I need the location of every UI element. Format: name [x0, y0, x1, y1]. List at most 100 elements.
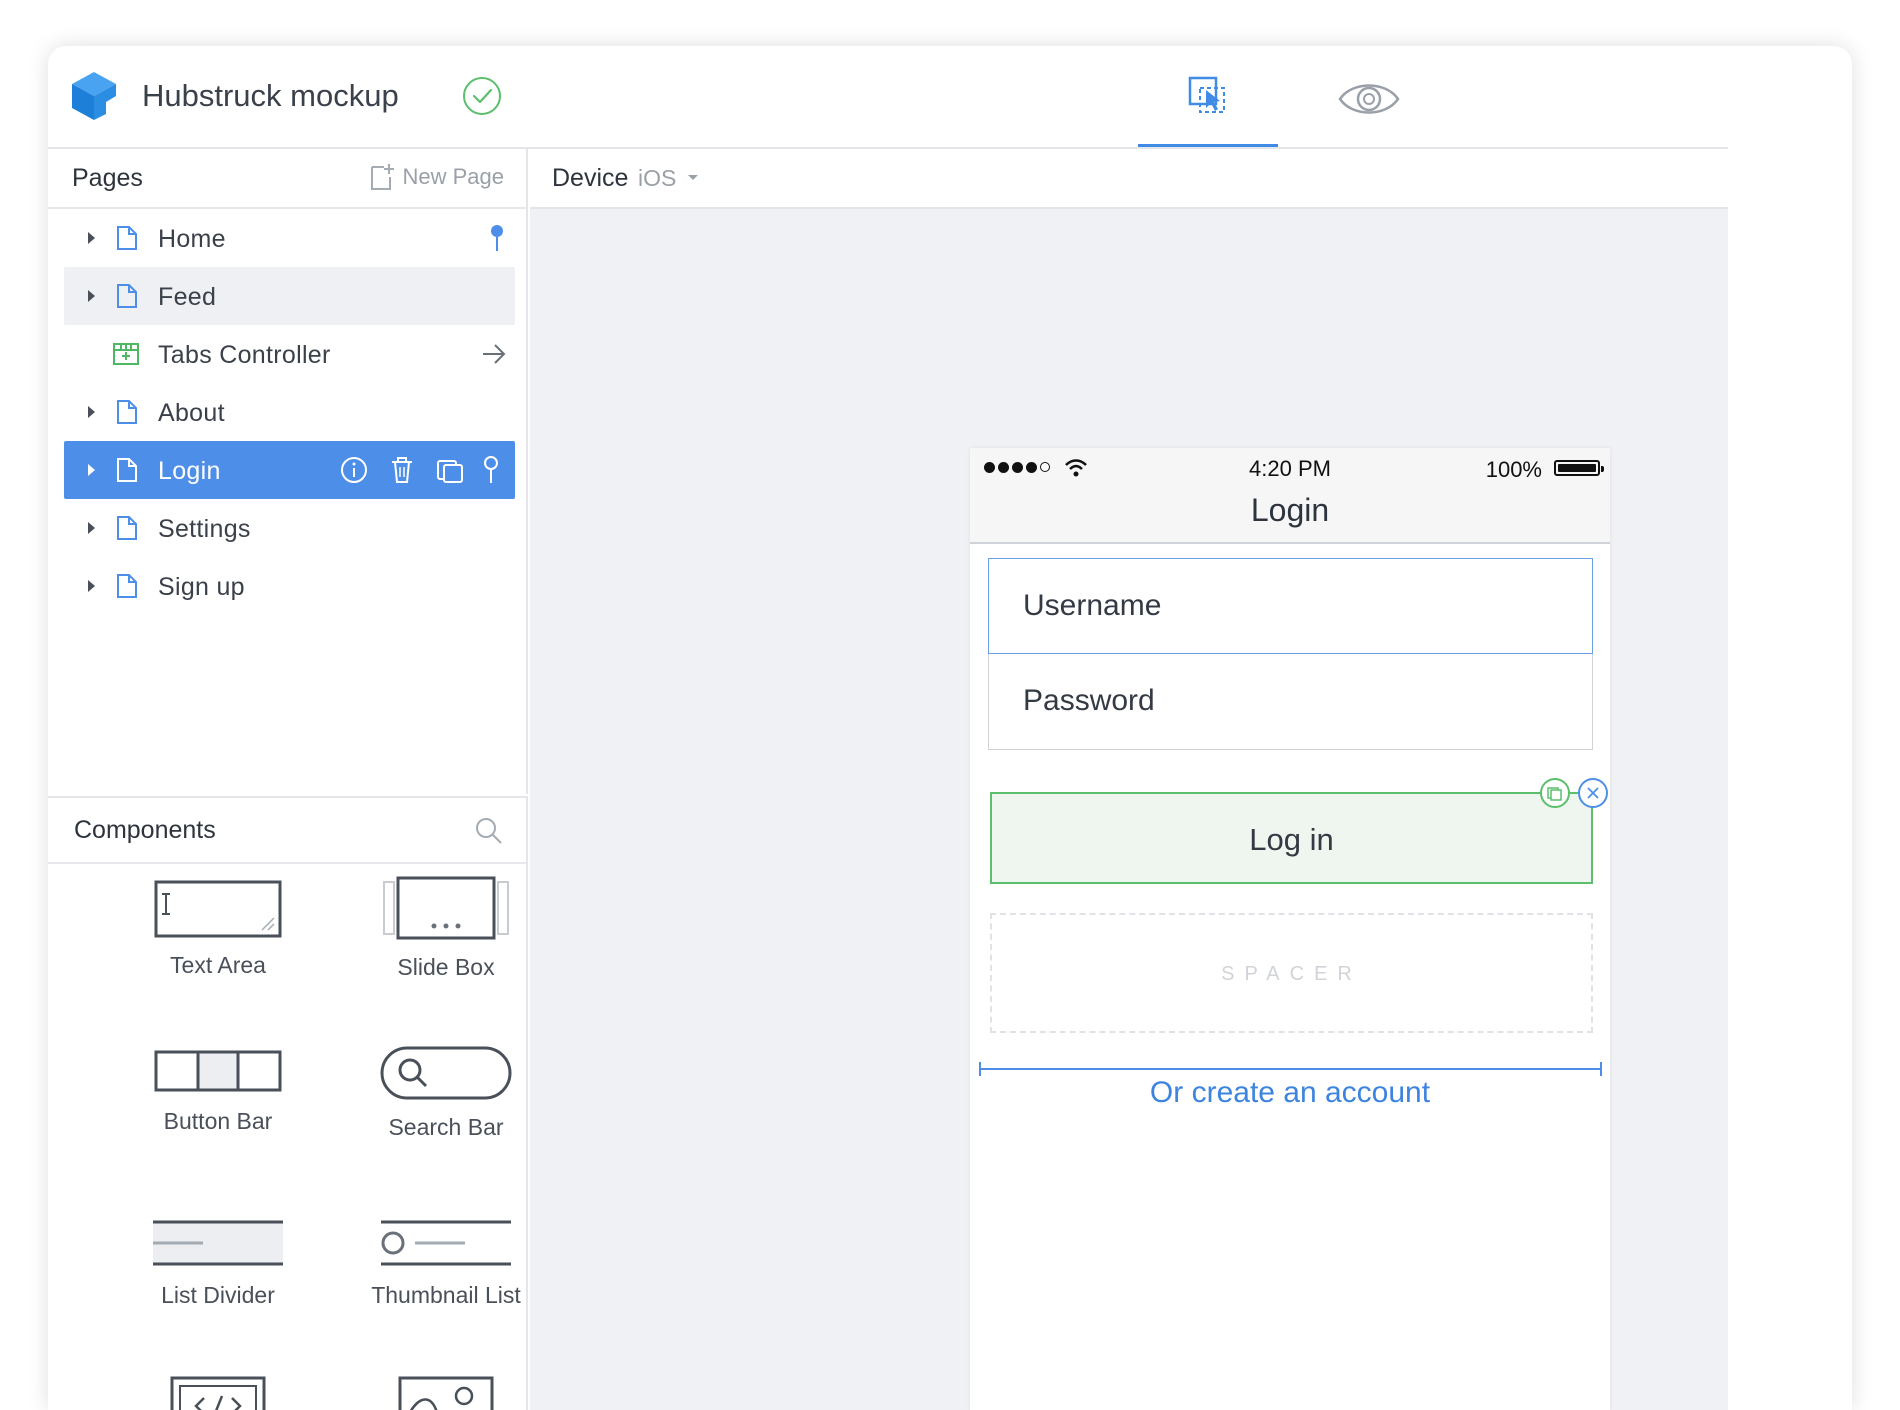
tab-edit-mode[interactable] [1138, 46, 1278, 147]
components-title: Components [74, 816, 216, 844]
page-label: Sign up [158, 573, 245, 601]
list-divider-icon [153, 1220, 283, 1266]
tab-preview-mode[interactable] [1318, 46, 1418, 147]
button-bar-icon [154, 1050, 282, 1092]
duplicate-component-button[interactable] [1540, 778, 1570, 808]
expand-caret-icon[interactable] [88, 522, 95, 534]
design-canvas[interactable]: 4:20 PM 100% Login Username Password Log… [530, 209, 1728, 1410]
slide-box-icon [383, 876, 509, 940]
page-label: Tabs Controller [158, 341, 331, 369]
search-bar-icon [380, 1046, 512, 1100]
pin-icon[interactable] [489, 223, 505, 253]
phone-preview: 4:20 PM 100% Login Username Password Log… [970, 448, 1610, 1410]
component-label: Button Bar [163, 1108, 273, 1134]
component-label: Text Area [170, 952, 266, 978]
component-slide-box[interactable]: Slide Box [336, 876, 556, 981]
password-field[interactable]: Password [988, 654, 1593, 750]
username-field[interactable]: Username [988, 558, 1593, 654]
create-account-link[interactable]: Or create an account [970, 1076, 1610, 1110]
pages-title: Pages [72, 164, 143, 192]
info-icon[interactable] [339, 455, 369, 485]
app-logo-icon [72, 72, 116, 120]
spacer-component[interactable]: SPACER [990, 913, 1593, 1033]
component-html[interactable] [108, 1376, 328, 1410]
pages-header: Pages New Page [48, 149, 526, 209]
component-list-divider[interactable]: List Divider [108, 1218, 328, 1309]
component-label: Search Bar [388, 1114, 504, 1140]
page-list: Home Feed Tabs Controller About Login Se… [64, 209, 515, 615]
text-area-icon [154, 880, 282, 938]
page-item-feed[interactable]: Feed [64, 267, 515, 325]
arrow-right-icon[interactable] [481, 343, 507, 365]
device-select[interactable]: iOS [638, 165, 676, 192]
select-cursor-icon [1188, 76, 1225, 113]
app-window: Hubstruck mockup Pages New Page Home Fee… [48, 46, 1852, 1410]
pages-panel: Pages New Page Home Feed Tabs Controller… [48, 149, 528, 794]
new-page-button[interactable]: New Page [370, 163, 504, 191]
page-item-sign-up[interactable]: Sign up [64, 557, 515, 615]
expand-caret-icon[interactable] [88, 290, 95, 302]
new-page-label: New Page [402, 164, 504, 189]
component-text-area[interactable]: Text Area [108, 880, 328, 979]
ios-nav-bar: Login [970, 488, 1610, 544]
thumbnail-list-icon [381, 1220, 511, 1266]
page-item-settings[interactable]: Settings [64, 499, 515, 557]
component-button-bar[interactable]: Button Bar [108, 1048, 328, 1135]
close-icon [1587, 787, 1599, 799]
ios-status-bar: 4:20 PM 100% [970, 448, 1610, 488]
component-thumbnail-list[interactable]: Thumbnail List [336, 1218, 556, 1309]
expand-caret-icon[interactable] [88, 232, 95, 244]
page-item-login[interactable]: Login [64, 441, 515, 499]
password-placeholder: Password [1023, 684, 1155, 717]
trash-icon[interactable] [387, 455, 417, 485]
new-page-icon [371, 164, 395, 190]
app-header: Hubstruck mockup [48, 46, 1728, 149]
battery-percent: 100% [1485, 457, 1542, 482]
expand-caret-icon[interactable] [88, 406, 95, 418]
page-actions [339, 455, 499, 485]
component-label: List Divider [161, 1282, 275, 1308]
page-item-tabs-controller[interactable]: Tabs Controller [64, 325, 515, 383]
page-label: About [158, 399, 225, 427]
page-item-about[interactable]: About [64, 383, 515, 441]
app-title: Hubstruck mockup [142, 78, 399, 113]
nav-title: Login [1250, 492, 1330, 528]
battery-icon [1554, 460, 1604, 476]
page-label: Home [158, 225, 226, 253]
saved-check-icon [463, 77, 501, 115]
login-button[interactable]: Log in [990, 792, 1593, 884]
duplicate-icon [1547, 787, 1562, 801]
chevron-down-icon[interactable] [688, 175, 698, 180]
login-button-label: Log in [1249, 822, 1334, 857]
page-label: Settings [158, 515, 251, 543]
device-bar: Device iOS [530, 149, 1728, 209]
page-icon [117, 284, 137, 308]
page-icon [117, 458, 137, 482]
component-search-bar[interactable]: Search Bar [336, 1046, 556, 1141]
page-icon [117, 400, 137, 424]
components-header: Components [48, 798, 526, 864]
page-icon [117, 574, 137, 598]
page-label: Feed [158, 283, 217, 311]
remove-component-button[interactable] [1578, 778, 1608, 808]
component-label: Thumbnail List [371, 1282, 521, 1308]
pin-icon[interactable] [483, 455, 499, 485]
page-item-home[interactable]: Home [64, 209, 515, 267]
code-icon [170, 1376, 266, 1410]
search-icon[interactable] [474, 816, 504, 846]
page-label: Login [158, 457, 221, 485]
page-icon [117, 516, 137, 540]
expand-caret-icon[interactable] [88, 580, 95, 592]
spacer-label: SPACER [1221, 963, 1362, 985]
width-guide [979, 1062, 1602, 1076]
login-form: Username Password [988, 558, 1593, 750]
eye-icon [1338, 84, 1400, 114]
component-label: Slide Box [397, 954, 495, 980]
image-icon [398, 1376, 494, 1410]
username-placeholder: Username [1023, 589, 1162, 622]
expand-caret-icon[interactable] [88, 464, 95, 476]
component-image[interactable] [336, 1376, 556, 1410]
device-label: Device [552, 164, 629, 192]
duplicate-icon[interactable] [435, 455, 465, 485]
components-panel: Components Text Area Slide Box Button Ba… [48, 796, 528, 1410]
